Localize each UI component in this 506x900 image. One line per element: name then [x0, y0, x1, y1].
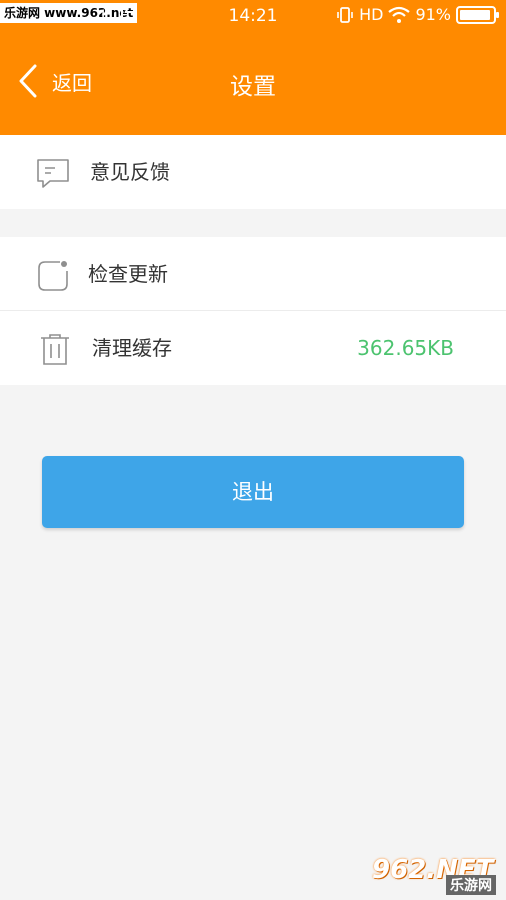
wifi-icon [388, 6, 411, 23]
check-update-label: 检查更新 [88, 262, 168, 286]
battery-icon [456, 5, 499, 24]
status-right-group: HD 91% [336, 5, 499, 24]
watermark-cn: 乐游网 [446, 875, 496, 895]
status-bar: 乐游网 www.962.net II 14:21 HD 91% [0, 0, 506, 34]
trash-icon [41, 334, 69, 365]
watermark-bottom-right: 962.NET 乐游网 [368, 855, 502, 897]
battery-percent: 91% [415, 5, 451, 24]
settings-group-feedback: 意见反馈 [0, 135, 506, 209]
clear-cache-row[interactable]: 清理缓存 362.65KB [0, 311, 506, 385]
clear-cache-label: 清理缓存 [92, 336, 172, 360]
nav-bar: 返回 设置 [0, 50, 506, 115]
check-update-row[interactable]: 检查更新 [0, 237, 506, 311]
update-icon [38, 261, 68, 291]
feedback-row[interactable]: 意见反馈 [0, 135, 506, 209]
network-type: HD [359, 5, 384, 24]
message-icon [37, 159, 69, 188]
cache-size-value: 362.65KB [357, 336, 454, 360]
vibrate-icon [337, 6, 353, 23]
page-title: 设置 [230, 74, 276, 100]
logout-button[interactable]: 退出 [42, 456, 464, 528]
settings-group-system: 检查更新 清理缓存 362.65KB [0, 237, 506, 385]
feedback-label: 意见反馈 [90, 160, 170, 184]
